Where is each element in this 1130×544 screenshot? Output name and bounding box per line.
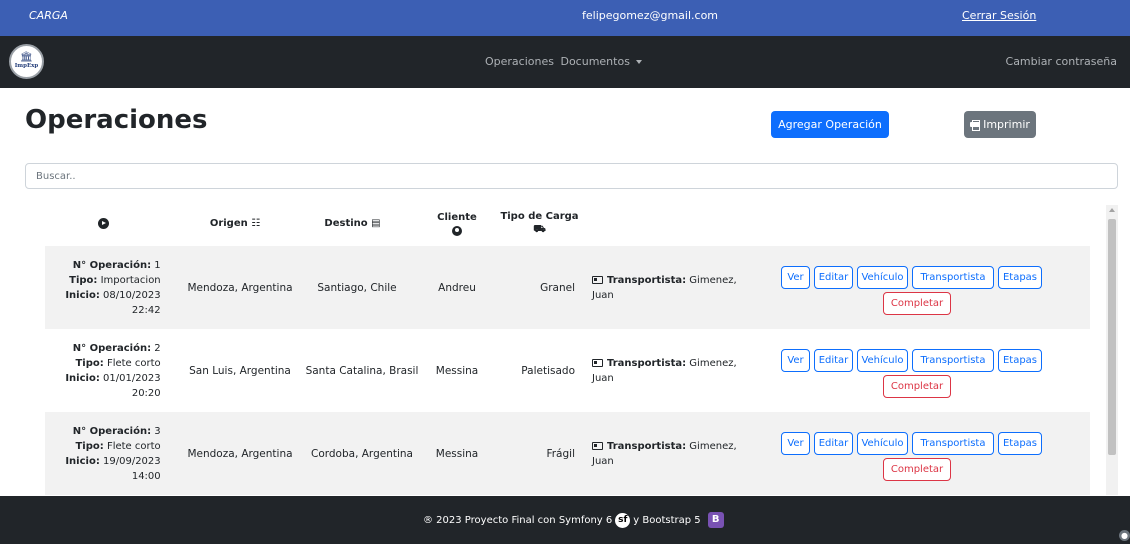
stages-button[interactable]: Etapas <box>998 349 1042 372</box>
print-button-label: Imprimir <box>983 118 1030 131</box>
view-button[interactable]: Ver <box>781 349 810 372</box>
cell-cliente: Andreu <box>438 281 476 294</box>
row-actions: Ver Editar Vehículo Transportista Etapas… <box>774 246 1064 329</box>
footer: ® 2023 Proyecto Final con Symfony 6 sf y… <box>0 496 1130 544</box>
nav-operaciones[interactable]: Operaciones <box>485 55 554 68</box>
table-row: N° Operación: 2 Tipo: Flete corto Inicio… <box>45 329 1090 412</box>
nav-links: Operaciones Documentos <box>485 55 645 68</box>
vehicle-button[interactable]: Vehículo <box>857 266 908 289</box>
cell-carga: Frágil <box>546 447 575 460</box>
user-role: CARGA <box>29 9 68 22</box>
row-actions: Ver Editar Vehículo Transportista Etapas… <box>774 329 1064 412</box>
operation-info: N° Operación: 3 Tipo: Flete corto Inicio… <box>65 425 161 482</box>
table-header: Origen ☷ Destino ▤ Cliente Tipo de Carga… <box>45 200 1090 246</box>
scrollbar-thumb[interactable] <box>1108 219 1116 455</box>
scroll-up-icon[interactable] <box>1109 208 1115 212</box>
brand-logo[interactable]: 🏛 ImpExp <box>9 44 44 79</box>
footer-text-bootstrap: y Bootstrap 5 <box>633 514 701 526</box>
vehicle-button[interactable]: Vehículo <box>857 349 908 372</box>
complete-button[interactable]: Completar <box>883 375 951 398</box>
complete-button[interactable]: Completar <box>883 292 951 315</box>
edit-button[interactable]: Editar <box>814 349 853 372</box>
header-origen: Origen ☷ <box>190 200 280 246</box>
map-icon: ☷ <box>251 217 261 229</box>
cell-carga: Granel <box>540 281 575 294</box>
operation-info: N° Operación: 1 Tipo: Importacion Inicio… <box>65 259 161 316</box>
brand-logo-text: ImpExp <box>14 63 39 69</box>
row-actions: Ver Editar Vehículo Transportista Etapas… <box>774 412 1064 495</box>
cell-cliente: Messina <box>435 364 479 377</box>
header-destino: Destino ▤ <box>305 200 400 246</box>
user-circle-icon <box>452 225 462 236</box>
search-input[interactable] <box>25 163 1118 189</box>
operation-info: N° Operación: 2 Tipo: Flete corto Inicio… <box>65 342 161 399</box>
cell-transportista: Transportista: Gimenez, Juan <box>592 440 737 467</box>
view-button[interactable]: Ver <box>781 432 810 455</box>
header-origen-label: Origen <box>209 217 248 229</box>
circle-arrow-icon <box>97 217 109 229</box>
header-cliente-label: Cliente <box>437 211 477 223</box>
header-cliente: Cliente <box>427 200 487 246</box>
view-button[interactable]: Ver <box>781 266 810 289</box>
user-email: felipegomez@gmail.com <box>582 9 719 22</box>
cell-cliente: Messina <box>435 447 479 460</box>
caret-down-icon <box>635 60 642 64</box>
cell-destino: Cordoba, Argentina <box>311 447 413 460</box>
cell-origen: San Luis, Argentina <box>189 364 291 377</box>
footer-text: ® 2023 Proyecto Final con Symfony 6 <box>423 514 613 526</box>
header-tipo-carga: Tipo de Carga ⛟ <box>497 200 582 246</box>
cell-origen: Mendoza, Argentina <box>187 281 293 294</box>
page-title: Operaciones <box>25 105 208 135</box>
edit-button[interactable]: Editar <box>814 432 853 455</box>
table-row: N° Operación: 3 Tipo: Flete corto Inicio… <box>45 412 1090 495</box>
header-destino-label: Destino <box>324 217 368 229</box>
logout-link[interactable]: Cerrar Sesión <box>962 9 1036 22</box>
building-icon: 🏛 <box>20 52 33 63</box>
printer-icon <box>970 120 981 131</box>
carrier-button[interactable]: Transportista <box>912 432 994 455</box>
stages-button[interactable]: Etapas <box>998 432 1042 455</box>
id-card-icon <box>592 275 603 284</box>
operations-table: Origen ☷ Destino ▤ Cliente Tipo de Carga… <box>45 200 1090 496</box>
print-button[interactable]: Imprimir <box>964 111 1036 138</box>
change-password-link[interactable]: Cambiar contraseña <box>1006 55 1117 68</box>
cell-destino: Santiago, Chile <box>317 281 397 294</box>
main-navbar: 🏛 ImpExp Operaciones Documentos Cambiar … <box>0 36 1130 88</box>
vehicle-button[interactable]: Vehículo <box>857 432 908 455</box>
header-tipo-carga-label: Tipo de Carga <box>500 211 579 222</box>
id-card-icon <box>592 358 603 367</box>
dolly-icon: ⛟ <box>533 224 546 235</box>
symfony-icon: sf <box>615 512 631 528</box>
header-op <box>63 200 143 246</box>
bootstrap-icon: B <box>707 512 724 528</box>
cell-origen: Mendoza, Argentina <box>187 447 293 460</box>
carrier-button[interactable]: Transportista <box>912 349 994 372</box>
user-bar: CARGA felipegomez@gmail.com Cerrar Sesió… <box>0 0 1130 36</box>
cell-carga: Paletisado <box>521 364 575 377</box>
table-scrollbar[interactable] <box>1106 205 1118 495</box>
map-filled-icon: ▤ <box>371 217 381 229</box>
id-card-icon <box>592 441 603 450</box>
cell-destino: Santa Catalina, Brasil <box>305 364 419 377</box>
add-operation-button[interactable]: Agregar Operación <box>771 111 889 138</box>
nav-documentos-dropdown[interactable]: Documentos <box>560 55 642 68</box>
stages-button[interactable]: Etapas <box>998 266 1042 289</box>
carrier-button[interactable]: Transportista <box>912 266 994 289</box>
complete-button[interactable]: Completar <box>883 458 951 481</box>
cell-transportista: Transportista: Gimenez, Juan <box>592 274 737 301</box>
nav-documentos-label: Documentos <box>560 55 630 68</box>
debug-toolbar-icon[interactable]: ● <box>1119 530 1130 541</box>
cell-transportista: Transportista: Gimenez, Juan <box>592 357 737 384</box>
edit-button[interactable]: Editar <box>814 266 853 289</box>
table-row: N° Operación: 1 Tipo: Importacion Inicio… <box>45 246 1090 329</box>
